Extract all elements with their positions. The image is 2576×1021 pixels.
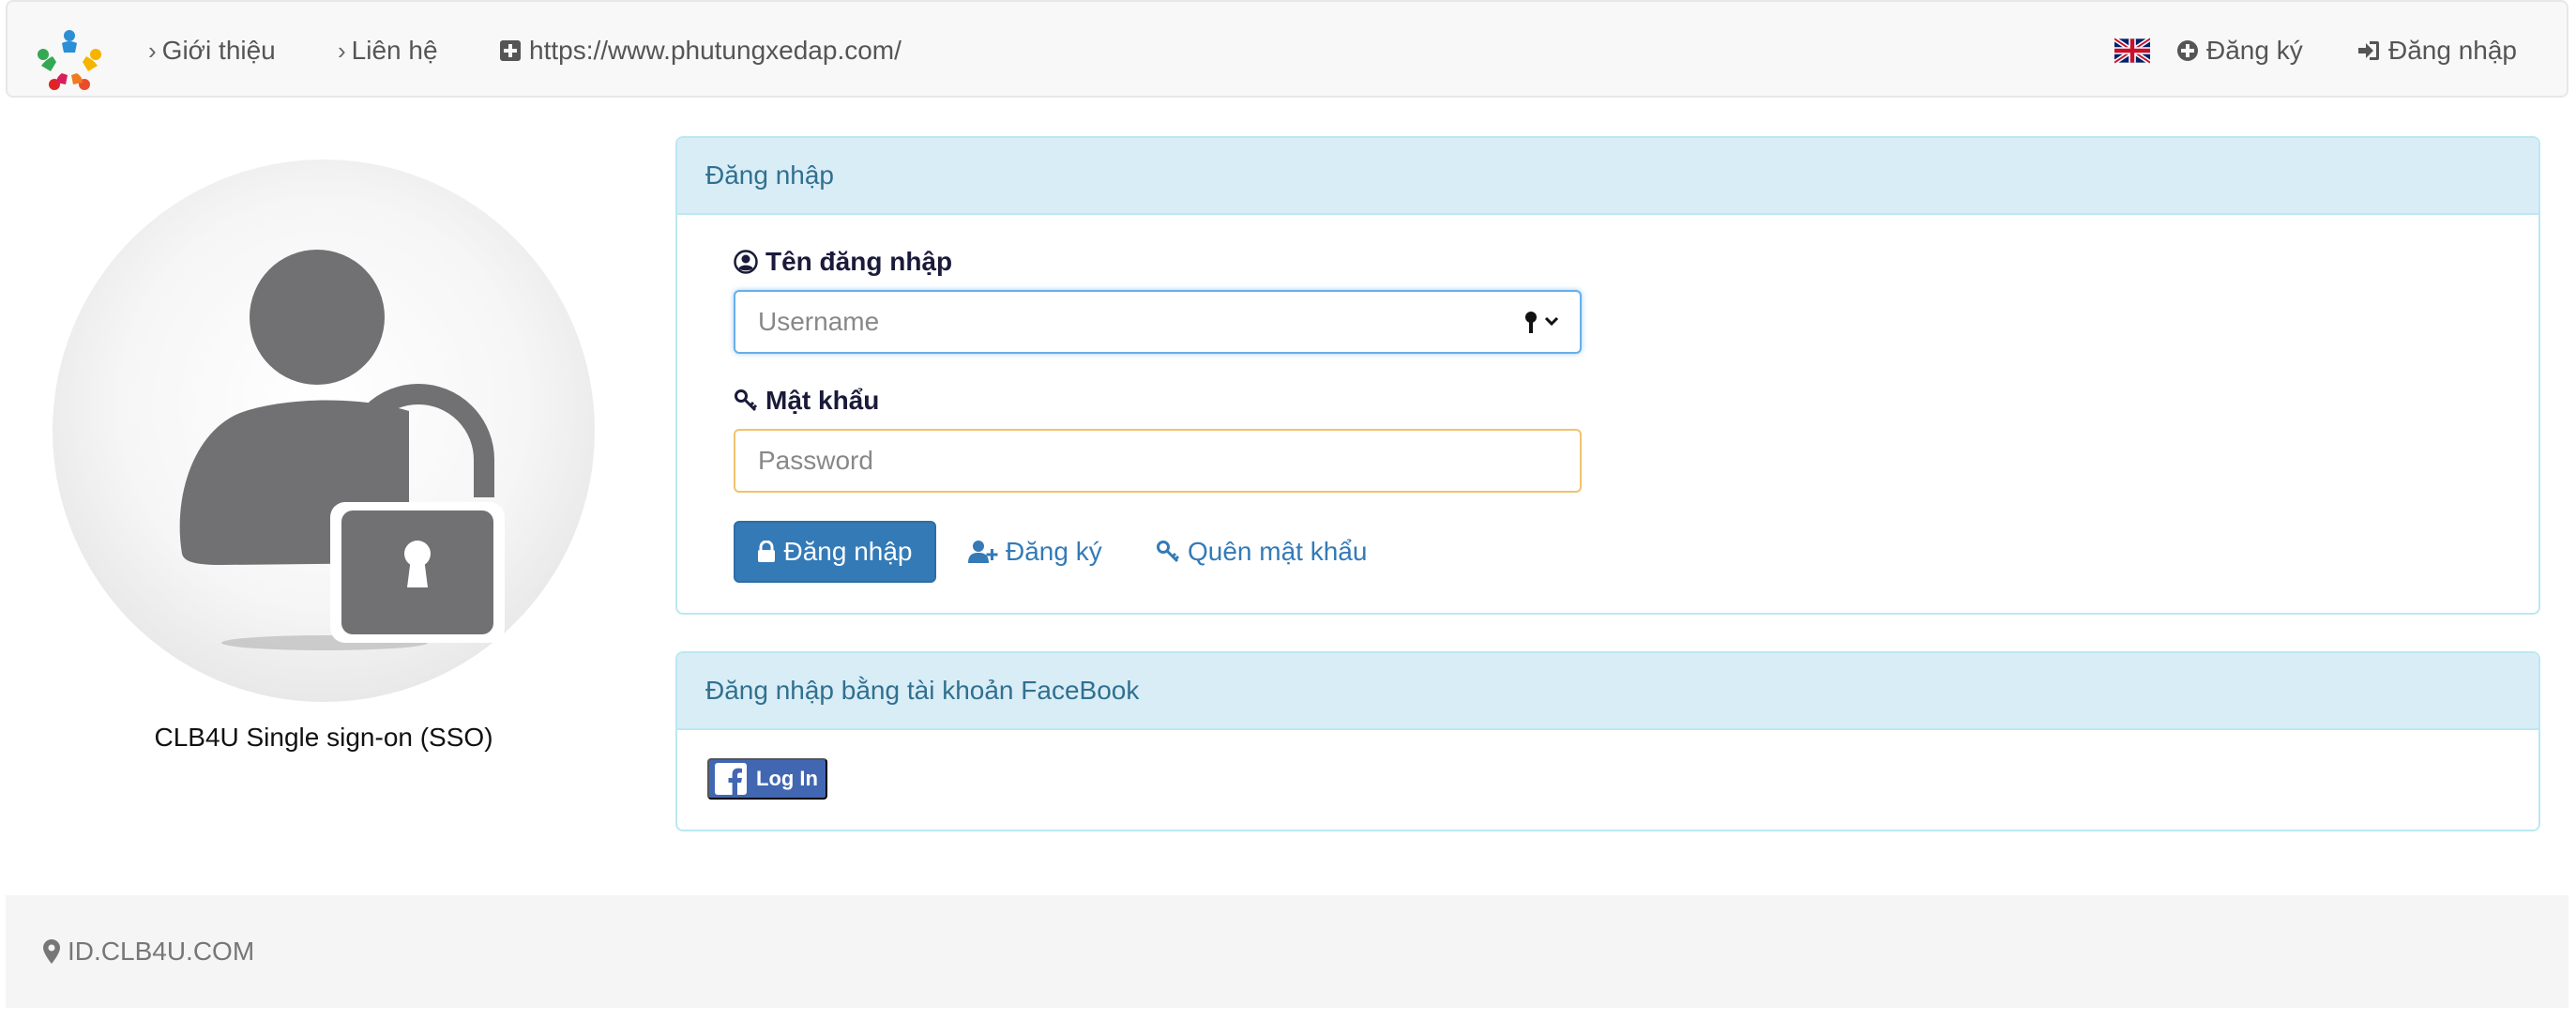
sso-caption: CLB4U Single sign-on (SSO) <box>154 723 493 752</box>
footer-brand: ID.CLB4U.COM <box>43 895 254 1008</box>
facebook-login-label: Log In <box>756 767 818 790</box>
uk-flag-icon[interactable] <box>2114 38 2150 64</box>
key-icon <box>735 389 758 412</box>
nav-link-website[interactable]: https://www.phutungxedap.com/ <box>499 2 902 99</box>
forgot-password-link[interactable]: Quên mật khẩu <box>1156 521 1367 583</box>
facebook-panel-heading: Đăng nhập bằng tài khoản FaceBook <box>677 653 2538 730</box>
register-link-label: Đăng ký <box>1006 537 1102 566</box>
login-submit-button[interactable]: Đăng nhập <box>734 521 936 583</box>
username-label: Tên đăng nhập <box>734 247 952 277</box>
login-panel-heading: Đăng nhập <box>677 138 2538 215</box>
nav-login-label: Đăng nhập <box>2388 36 2518 65</box>
user-lock-icon <box>179 250 505 650</box>
password-label: Mật khẩu <box>734 386 879 416</box>
facebook-icon <box>715 763 747 795</box>
login-panel: Đăng nhập Tên đăng nhập Mật khẩu Đăng nh… <box>675 136 2540 615</box>
register-link-button[interactable]: Đăng ký <box>968 521 1102 583</box>
footer-text: ID.CLB4U.COM <box>68 937 255 966</box>
facebook-login-panel: Đăng nhập bằng tài khoản FaceBook Log In <box>675 651 2540 831</box>
chevron-right-icon: › <box>338 37 346 65</box>
username-input[interactable] <box>734 290 1582 354</box>
nav-register-link[interactable]: Đăng ký <box>2176 2 2303 99</box>
user-plus-icon <box>968 541 998 563</box>
forgot-password-label: Quên mật khẩu <box>1188 537 1368 566</box>
clb4u-logo-icon[interactable] <box>36 28 103 92</box>
chevron-right-icon: › <box>148 37 157 65</box>
nav-register-label: Đăng ký <box>2206 36 2303 65</box>
password-input[interactable] <box>734 429 1582 493</box>
user-circle-icon <box>734 250 758 274</box>
nav-link-about[interactable]: › Giới thiệu <box>148 2 276 99</box>
map-marker-icon <box>43 939 60 964</box>
nav-link-about-label: Giới thiệu <box>161 36 276 65</box>
plus-square-icon <box>500 40 521 61</box>
login-submit-label: Đăng nhập <box>783 537 913 566</box>
top-navbar: › Giới thiệu › Liên hệ https://www.phutu… <box>6 0 2568 98</box>
username-label-text: Tên đăng nhập <box>765 247 953 276</box>
nav-link-contact-label: Liên hệ <box>351 36 438 65</box>
footer: ID.CLB4U.COM <box>6 895 2568 1008</box>
password-manager-icon[interactable] <box>1522 309 1563 337</box>
facebook-login-button[interactable]: Log In <box>707 758 827 800</box>
nav-link-contact[interactable]: › Liên hệ <box>338 2 438 99</box>
key-icon <box>1157 541 1180 563</box>
nav-link-website-label: https://www.phutungxedap.com/ <box>529 36 902 65</box>
nav-login-link[interactable]: Đăng nhập <box>2356 2 2517 99</box>
plus-circle-icon <box>2177 40 2198 61</box>
lock-icon <box>758 541 776 562</box>
password-label-text: Mật khẩu <box>765 386 880 415</box>
sign-in-icon <box>2358 41 2379 60</box>
